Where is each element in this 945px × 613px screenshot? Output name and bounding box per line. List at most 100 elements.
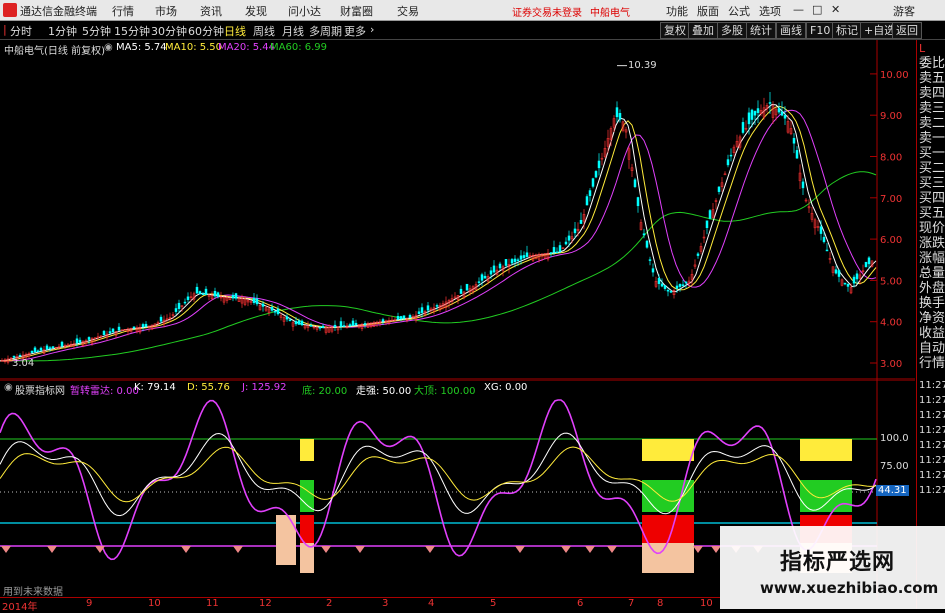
candle-body — [234, 293, 238, 299]
menu-toggle-icon[interactable]: | — [3, 23, 7, 36]
watermark-banner: 指标严选网 www.xuezhibiao.com — [720, 526, 945, 609]
candle-body — [75, 338, 79, 344]
candle-body — [186, 296, 190, 300]
menu-options[interactable]: 选项 — [759, 3, 781, 19]
button-adjust[interactable]: 复权 — [660, 22, 690, 39]
side-panel-item[interactable]: 换手 — [919, 296, 945, 311]
side-panel-item[interactable]: 买一 — [919, 146, 945, 161]
tab-period-intraday[interactable]: 分时 — [10, 23, 32, 39]
menu-discover[interactable]: 发现 — [245, 3, 267, 19]
side-panel-item[interactable]: 涨跌 — [919, 236, 945, 251]
tab-period-more[interactable]: 更多 — [344, 23, 366, 39]
watermark-title: 指标严选网 — [780, 550, 896, 575]
restore-icon[interactable]: □ — [812, 3, 822, 16]
candle-body — [39, 347, 43, 351]
minimize-icon[interactable]: — — [793, 3, 804, 16]
menu-quotes[interactable]: 行情 — [112, 3, 134, 19]
tab-period-daily[interactable]: 日线 — [224, 23, 246, 39]
sub-ytick-75: 75.00 — [880, 461, 909, 472]
candle-body — [504, 259, 508, 266]
candle-body — [801, 181, 805, 189]
side-panel-item[interactable]: 行情 — [919, 356, 945, 371]
candle-body — [588, 190, 592, 196]
side-panel-item[interactable]: 卖一 — [919, 131, 945, 146]
button-f10[interactable]: F10 — [806, 22, 835, 39]
candle-body — [864, 261, 868, 268]
button-mark[interactable]: 标记 — [832, 22, 862, 39]
indicator-value-top: 大顶: 100.00 — [414, 386, 476, 397]
side-panel-item[interactable]: 收益 — [919, 326, 945, 341]
candle-body — [756, 108, 760, 113]
candle-body — [342, 325, 346, 327]
side-panel-item[interactable]: 买三 — [919, 176, 945, 191]
close-icon[interactable]: ✕ — [831, 3, 840, 16]
tab-period-30min[interactable]: 30分钟 — [151, 23, 187, 39]
menu-ask[interactable]: 问小达 — [288, 3, 321, 19]
button-stats[interactable]: 统计 — [746, 22, 776, 39]
side-panel-item[interactable]: 卖五 — [919, 71, 945, 86]
side-panel-item[interactable]: L — [919, 41, 925, 56]
menu-formula[interactable]: 公式 — [728, 3, 750, 19]
side-panel-item[interactable]: 现价 — [919, 221, 945, 236]
tab-period-multi[interactable]: 多周期 — [309, 23, 342, 39]
ma-settings-icon[interactable]: ◉ — [104, 42, 113, 53]
tab-period-60min[interactable]: 60分钟 — [188, 23, 224, 39]
side-panel-item[interactable]: 卖三 — [919, 101, 945, 116]
candle-body — [855, 273, 859, 280]
menu-layout[interactable]: 版面 — [697, 3, 719, 19]
menu-trade[interactable]: 交易 — [397, 3, 419, 19]
ma5-value: MA5: 5.74 — [116, 42, 167, 53]
tab-period-1min[interactable]: 1分钟 — [48, 23, 77, 39]
side-panel-item[interactable]: 委比 — [919, 56, 945, 71]
more-chevron-icon[interactable]: › — [370, 23, 374, 36]
date-tick: 12 — [259, 598, 272, 609]
button-draw[interactable]: 画线 — [776, 22, 806, 39]
side-panel-item[interactable]: 买五 — [919, 206, 945, 221]
side-panel-item[interactable]: 涨幅 — [919, 251, 945, 266]
broker-notice[interactable]: 证券交易未登录 — [512, 4, 582, 19]
candle-body — [684, 281, 688, 284]
button-multi-stock[interactable]: 多股 — [717, 22, 747, 39]
side-panel-item[interactable]: 净资 — [919, 311, 945, 326]
side-panel-item[interactable]: 外盘 — [919, 281, 945, 296]
candle-body — [402, 315, 406, 319]
side-panel-item[interactable]: 卖二 — [919, 116, 945, 131]
candle-body — [594, 171, 598, 178]
side-panel-time: 11:27 — [919, 410, 945, 421]
candle-body — [573, 228, 577, 234]
button-overlay[interactable]: 叠加 — [688, 22, 718, 39]
kline-chart[interactable]: 10.00 9.00 8.00 7.00 6.00 5.00 4.00 3.00 — [0, 40, 915, 380]
menu-market[interactable]: 市场 — [155, 3, 177, 19]
candle-body — [777, 108, 781, 113]
candle-body — [768, 102, 772, 104]
candle-body — [309, 325, 313, 327]
candle-body — [726, 159, 730, 166]
candle-body — [792, 137, 796, 144]
indicator-settings-icon[interactable]: ◉ — [4, 382, 13, 393]
side-panel-item[interactable]: 买二 — [919, 161, 945, 176]
side-panel-item[interactable]: 买四 — [919, 191, 945, 206]
date-tick: 3 — [382, 598, 389, 609]
kline-chart-panel[interactable]: 10.00 9.00 8.00 7.00 6.00 5.00 4.00 3.00 中船电气(日… — [0, 40, 915, 380]
top-zone-bar — [800, 439, 852, 461]
menu-function[interactable]: 功能 — [666, 3, 688, 19]
menu-wealth[interactable]: 财富圈 — [340, 3, 373, 19]
price-tick: 6.00 — [880, 235, 902, 246]
side-panel-item[interactable]: 自动 — [919, 341, 945, 356]
candle-body — [273, 311, 277, 313]
date-tick: 5 — [490, 598, 497, 609]
button-back[interactable]: 返回 — [892, 22, 922, 39]
menu-news[interactable]: 资讯 — [200, 3, 222, 19]
guest-label[interactable]: 游客 — [893, 3, 915, 19]
candle-body — [141, 324, 145, 328]
tab-period-15min[interactable]: 15分钟 — [114, 23, 150, 39]
side-panel-item[interactable]: 卖四 — [919, 86, 945, 101]
tab-period-weekly[interactable]: 周线 — [253, 23, 275, 39]
side-panel-item[interactable]: 总量 — [919, 266, 945, 281]
tab-period-monthly[interactable]: 月线 — [282, 23, 304, 39]
tab-period-5min[interactable]: 5分钟 — [82, 23, 111, 39]
strong-zone-bar — [642, 515, 694, 543]
quote-side-panel[interactable]: L 委比 卖五 卖四 卖三 卖二 卖一 买一 买二 买三 买四 买五 现价 涨跌 涨幅 总量 外盘 换手 净资 收益自… — [916, 40, 945, 609]
candle-body — [525, 252, 529, 258]
candle-body — [363, 323, 367, 325]
